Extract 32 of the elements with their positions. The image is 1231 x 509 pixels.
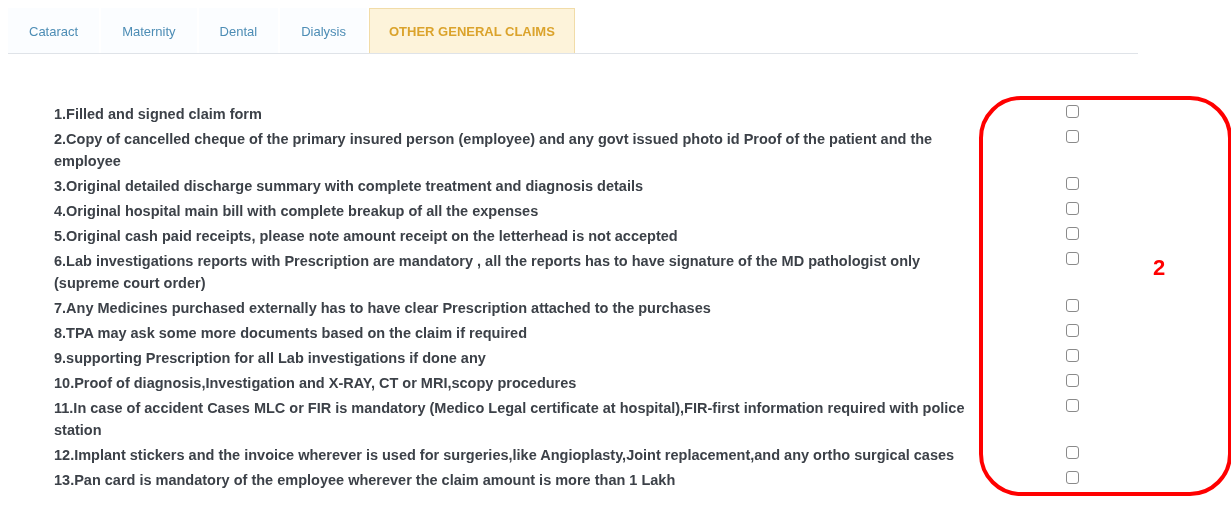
checkbox[interactable] (1066, 399, 1079, 412)
checkbox[interactable] (1066, 252, 1079, 265)
document-requirement: 3.Original detailed discharge summary with complete treatment and diagnosis details (54, 177, 645, 196)
checkbox[interactable] (1066, 471, 1079, 484)
checkbox[interactable] (1066, 374, 1079, 387)
checkbox[interactable] (1066, 105, 1079, 118)
tab[interactable]: Cataract (8, 8, 100, 53)
tab[interactable]: Maternity (101, 8, 197, 53)
document-requirement: 5.Original cash paid receipts, please note amount receipt on the letterhead is not accepted (54, 227, 679, 246)
document-requirement: 10.Proof of diagnosis,Investigation and X-RAY, CT or MRI,scopy procedures (54, 374, 578, 393)
annotation-number: 2 (1153, 255, 1166, 281)
tab[interactable]: Dialysis (280, 8, 367, 53)
checkbox[interactable] (1066, 227, 1079, 240)
document-requirement: 4.Original hospital main bill with complete breakup of all the expenses (54, 202, 540, 221)
document-requirement: 11.In case of accident Cases MLC or FIR is mandatory (Medico Legal certificate at hospital),FIR-first information required with police station (54, 399, 966, 440)
checkbox[interactable] (1066, 324, 1079, 337)
tab[interactable]: OTHER GENERAL CLAIMS (369, 8, 575, 53)
document-requirement: 8.TPA may ask some more documents based on the claim if required (54, 324, 528, 343)
tab[interactable]: Dental (198, 8, 279, 53)
checkbox[interactable] (1066, 202, 1079, 215)
document-requirement: 1.Filled and signed claim form (54, 105, 263, 124)
checkbox[interactable] (1066, 299, 1079, 312)
document-requirement: 12.Implant stickers and the invoice wherever is used for surgeries,like Angioplasty,Joint replacement,and any ortho surgical cases (54, 446, 956, 465)
document-requirement: 6.Lab investigations reports with Prescription are mandatory , all the reports has to have signature of the MD pathologist only (supreme court order) (54, 252, 922, 293)
document-requirement: 13.Pan card is mandatory of the employee wherever the claim amount is more than 1 Lakh (54, 471, 677, 490)
checkbox[interactable] (1066, 446, 1079, 459)
document-requirement: 2.Copy of cancelled cheque of the primary insured person (employee) and any govt issued photo id Proof of the patient and the employee (54, 130, 934, 171)
checkbox[interactable] (1066, 130, 1079, 143)
checkbox[interactable] (1066, 177, 1079, 190)
checkbox[interactable] (1066, 349, 1079, 362)
document-requirement: 7.Any Medicines purchased externally has to have clear Prescription attached to the purchases (54, 299, 712, 318)
document-requirement: 9.supporting Prescription for all Lab investigations if done any (54, 349, 487, 368)
